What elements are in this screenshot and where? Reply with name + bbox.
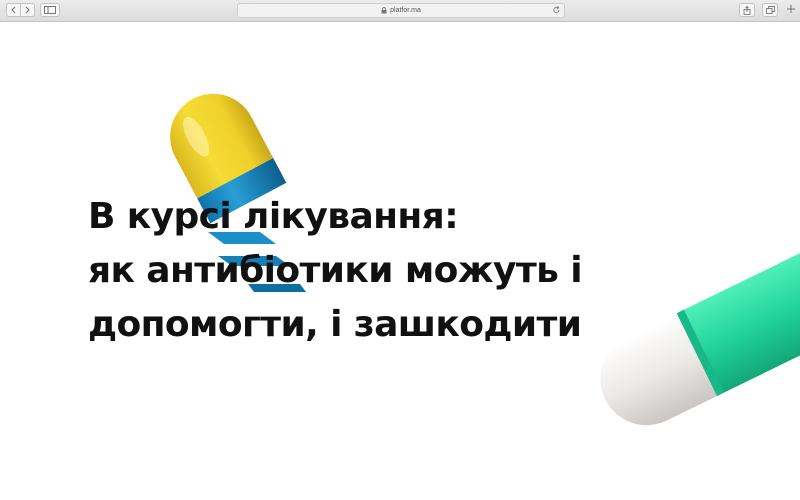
share-icon <box>743 5 751 15</box>
article-title-line-2: як антибіотики можуть і <box>88 250 583 291</box>
sidebar-button[interactable] <box>40 3 60 17</box>
chevron-right-icon <box>25 6 30 14</box>
address-bar[interactable]: platfor.ma <box>237 3 565 18</box>
chevron-left-icon <box>11 6 16 14</box>
page-content: В курсі лікування: як антибіотики можуть… <box>0 22 800 500</box>
tabs-icon <box>765 6 775 14</box>
article-title: В курсі лікування: як антибіотики можуть… <box>88 190 583 352</box>
forward-button[interactable] <box>20 3 35 17</box>
article-title-line-3: допомогти, і зашкодити <box>88 304 582 345</box>
tabs-button[interactable] <box>762 3 778 17</box>
plus-icon[interactable] <box>786 4 796 14</box>
article-title-line-1: В курсі лікування: <box>88 196 459 237</box>
back-button[interactable] <box>6 3 21 17</box>
lock-icon <box>381 7 387 14</box>
share-button[interactable] <box>739 3 755 17</box>
reload-icon[interactable] <box>552 5 561 15</box>
browser-toolbar: platfor.ma <box>0 0 800 22</box>
address-url: platfor.ma <box>390 7 421 14</box>
sidebar-icon <box>44 6 56 14</box>
